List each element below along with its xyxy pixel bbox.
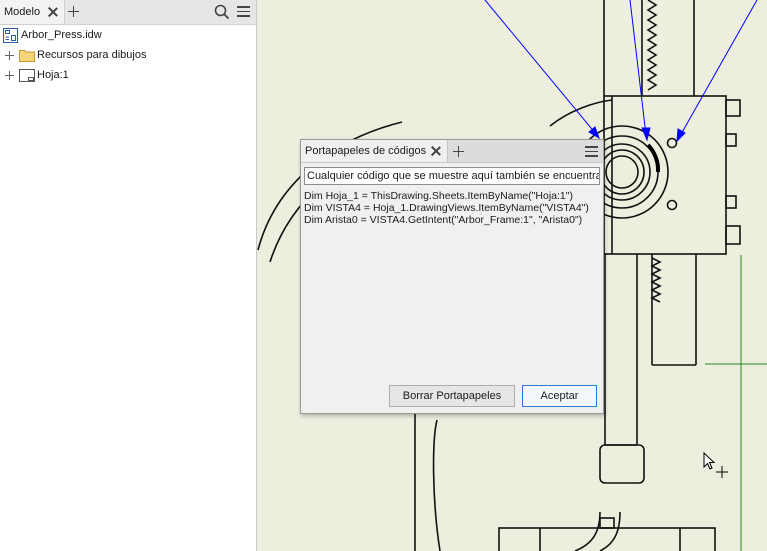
clear-clipboard-button[interactable]: Borrar Portapapeles	[389, 385, 515, 407]
browser-tab-bar: Modelo	[0, 0, 256, 25]
menu-icon[interactable]	[585, 146, 598, 157]
tree-item-sheet[interactable]: Hoja:1	[0, 67, 256, 85]
expand-icon[interactable]	[5, 71, 14, 80]
code-text-area[interactable]: Dim Hoja_1 = ThisDrawing.Sheets.ItemByNa…	[304, 190, 598, 370]
code-line: Dim Hoja_1 = ThisDrawing.Sheets.ItemByNa…	[304, 190, 573, 202]
tab-code-clipboard-label: Portapapeles de códigos	[305, 145, 427, 157]
menu-icon[interactable]	[237, 6, 250, 17]
search-icon[interactable]	[214, 4, 230, 20]
mouse-cursor-icon	[703, 451, 731, 483]
code-clipboard-dialog: Portapapeles de códigos Cualquier código…	[300, 139, 604, 414]
close-tab-icon[interactable]	[47, 6, 59, 18]
tab-modelo[interactable]: Modelo	[0, 0, 65, 24]
tree-item-resources-label: Recursos para dibujos	[37, 49, 147, 61]
tab-modelo-label: Modelo	[4, 6, 41, 18]
tree-item-drawing[interactable]: Arbor_Press.idw	[0, 27, 256, 45]
expand-icon[interactable]	[5, 51, 14, 60]
tab-code-clipboard[interactable]: Portapapeles de códigos	[301, 140, 448, 162]
folder-icon	[19, 48, 35, 65]
tree-item-resources[interactable]: Recursos para dibujos	[0, 47, 256, 65]
code-line: Dim VISTA4 = Hoja_1.DrawingViews.ItemByN…	[304, 202, 589, 214]
dialog-tab-bar: Portapapeles de códigos	[301, 140, 603, 163]
add-tab-icon[interactable]	[453, 146, 464, 157]
code-line: Dim Arista0 = VISTA4.GetIntent("Arbor_Fr…	[304, 214, 583, 226]
clipboard-info-text: Cualquier código que se muestre aquí tam…	[307, 170, 600, 182]
drawing-file-icon	[3, 28, 18, 46]
close-tab-icon[interactable]	[430, 145, 442, 157]
model-browser-panel: Modelo Arbor_Press.idw Recursos para dib…	[0, 0, 257, 551]
clipboard-info-field: Cualquier código que se muestre aquí tam…	[304, 167, 600, 185]
ok-button[interactable]: Aceptar	[522, 385, 597, 407]
add-tab-icon[interactable]	[68, 6, 79, 17]
tree-item-sheet-label: Hoja:1	[37, 69, 69, 81]
tree-item-drawing-label: Arbor_Press.idw	[21, 29, 102, 41]
sheet-icon	[19, 69, 35, 85]
